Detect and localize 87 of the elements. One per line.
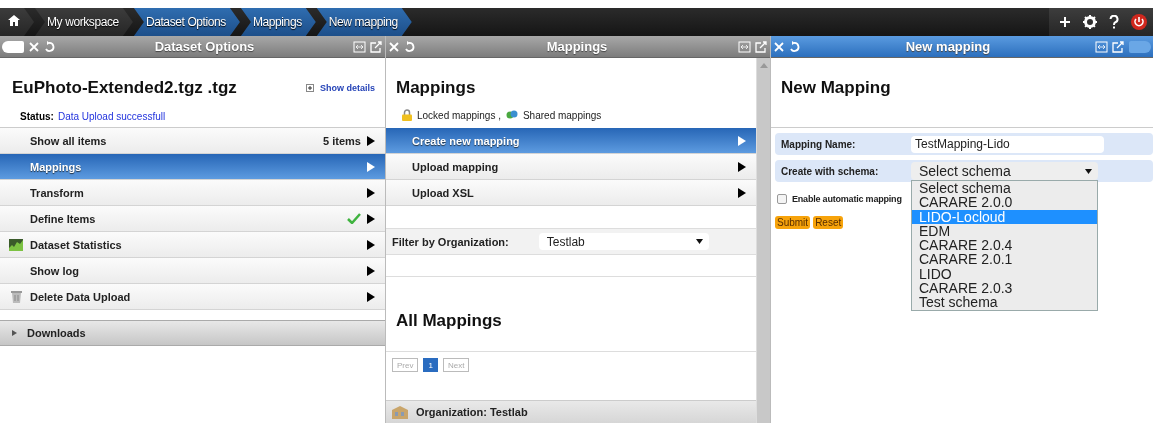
help-icon[interactable]: [1109, 15, 1119, 29]
filter-label: Filter by Organization:: [392, 235, 509, 248]
trash-icon: [10, 290, 22, 303]
close-icon[interactable]: [388, 40, 400, 53]
popout-icon[interactable]: [370, 40, 383, 53]
caret-icon: [695, 239, 703, 244]
arrow-icon: [367, 239, 375, 250]
section-title: All Mappings: [396, 311, 502, 331]
organization-label: Organization: Testlab: [416, 406, 528, 418]
dropdown-option[interactable]: LIDO: [912, 266, 1097, 282]
downloads-bar[interactable]: Downloads: [0, 320, 385, 346]
panel-title: New mapping: [904, 39, 992, 54]
refresh-icon[interactable]: [789, 40, 801, 53]
menu-item[interactable]: Delete Data Upload: [0, 284, 385, 310]
arrow-icon: [367, 135, 375, 146]
expand-icon[interactable]: [738, 40, 751, 53]
add-icon[interactable]: [1059, 16, 1071, 28]
menu-item[interactable]: Transform: [0, 180, 385, 206]
panel-title: Mappings: [545, 39, 609, 54]
checkbox[interactable]: [777, 194, 787, 204]
caret-icon: [1085, 168, 1092, 174]
status-label: Status:: [20, 111, 54, 122]
checkmark-icon: [347, 213, 361, 224]
menu-item[interactable]: Create new mapping: [386, 128, 756, 154]
menu-item[interactable]: Define Items: [0, 206, 385, 232]
menu-item[interactable]: Mappings: [0, 154, 385, 180]
tab-handle-icon[interactable]: [1129, 40, 1151, 53]
dataset-title: EuPhoto-Extended2.tgz .tgz: [12, 78, 237, 98]
arrow-icon: [367, 265, 375, 276]
page-button[interactable]: 1: [423, 358, 438, 372]
settings-icon[interactable]: [1083, 15, 1097, 29]
padlock-icon: [402, 109, 412, 121]
arrow-icon: [367, 187, 375, 198]
breadcrumb[interactable]: Mappings: [240, 8, 316, 36]
panel-title: Dataset Options: [153, 39, 256, 54]
expand-icon[interactable]: [1095, 40, 1108, 53]
popout-icon[interactable]: [755, 40, 768, 53]
mapping-name-field[interactable]: TestMapping-Lido: [911, 135, 1104, 153]
menu-item[interactable]: Dataset Statistics: [0, 232, 385, 258]
dropdown-option[interactable]: CARARE 2.0.1: [912, 252, 1097, 267]
arrow-icon: [367, 213, 375, 224]
home-button[interactable]: [0, 8, 34, 36]
menu-item[interactable]: Upload mapping: [386, 154, 756, 180]
item-count: 5 items: [323, 134, 361, 147]
schema-select[interactable]: Select schema: [911, 162, 1098, 180]
checkbox-label: Enable automatic mapping: [792, 194, 902, 204]
dropdown-option[interactable]: Select schema: [912, 181, 1097, 196]
form-title: New Mapping: [781, 78, 892, 98]
breadcrumb[interactable]: Dataset Options: [133, 8, 240, 36]
scrollbar[interactable]: [756, 58, 770, 423]
form-button[interactable]: Reset: [813, 216, 844, 229]
menu-item[interactable]: Show log: [0, 258, 385, 284]
refresh-icon[interactable]: [44, 40, 56, 53]
dropdown-option[interactable]: EDM: [912, 223, 1097, 239]
popout-icon[interactable]: [1112, 40, 1125, 53]
caret-icon: [12, 330, 17, 336]
form-button[interactable]: Submit: [775, 216, 811, 229]
refresh-icon[interactable]: [404, 40, 416, 53]
arrow-icon: [738, 161, 746, 172]
status-value: Data Upload successfull: [57, 111, 166, 122]
legend-text: Shared mappings: [522, 109, 602, 121]
breadcrumb[interactable]: New mapping: [316, 8, 412, 36]
expand-icon[interactable]: [353, 40, 366, 53]
menu-item[interactable]: Upload XSL: [386, 180, 756, 206]
section-title: Mappings: [396, 78, 477, 98]
organization-select[interactable]: Testlab: [538, 233, 709, 250]
legend-text: Locked mappings ,: [417, 109, 501, 121]
arrow-icon: [367, 161, 375, 172]
arrow-icon: [367, 291, 375, 302]
power-icon[interactable]: [1131, 14, 1147, 30]
building-icon: [392, 405, 408, 419]
field-label: Mapping Name:: [781, 138, 857, 150]
dropdown-option[interactable]: CARARE 2.0.4: [912, 238, 1097, 253]
breadcrumb[interactable]: My workspace: [35, 8, 133, 36]
dropdown-option[interactable]: CARARE 2.0.3: [912, 281, 1097, 296]
arrow-icon: [738, 187, 746, 198]
home-icon: [8, 15, 20, 26]
menu-item[interactable]: Show all items 5 items: [0, 128, 385, 154]
dropdown-option[interactable]: CARARE 2.0.0: [912, 195, 1097, 210]
dropdown-option[interactable]: Test schema: [912, 295, 1097, 310]
tab-handle-icon[interactable]: [2, 40, 24, 53]
arrow-icon: [738, 135, 746, 146]
show-details-link[interactable]: Show details: [306, 83, 375, 93]
chart-icon: [9, 238, 23, 251]
close-icon[interactable]: [773, 40, 785, 53]
field-label: Create with schema:: [781, 165, 880, 177]
close-icon[interactable]: [28, 40, 40, 53]
